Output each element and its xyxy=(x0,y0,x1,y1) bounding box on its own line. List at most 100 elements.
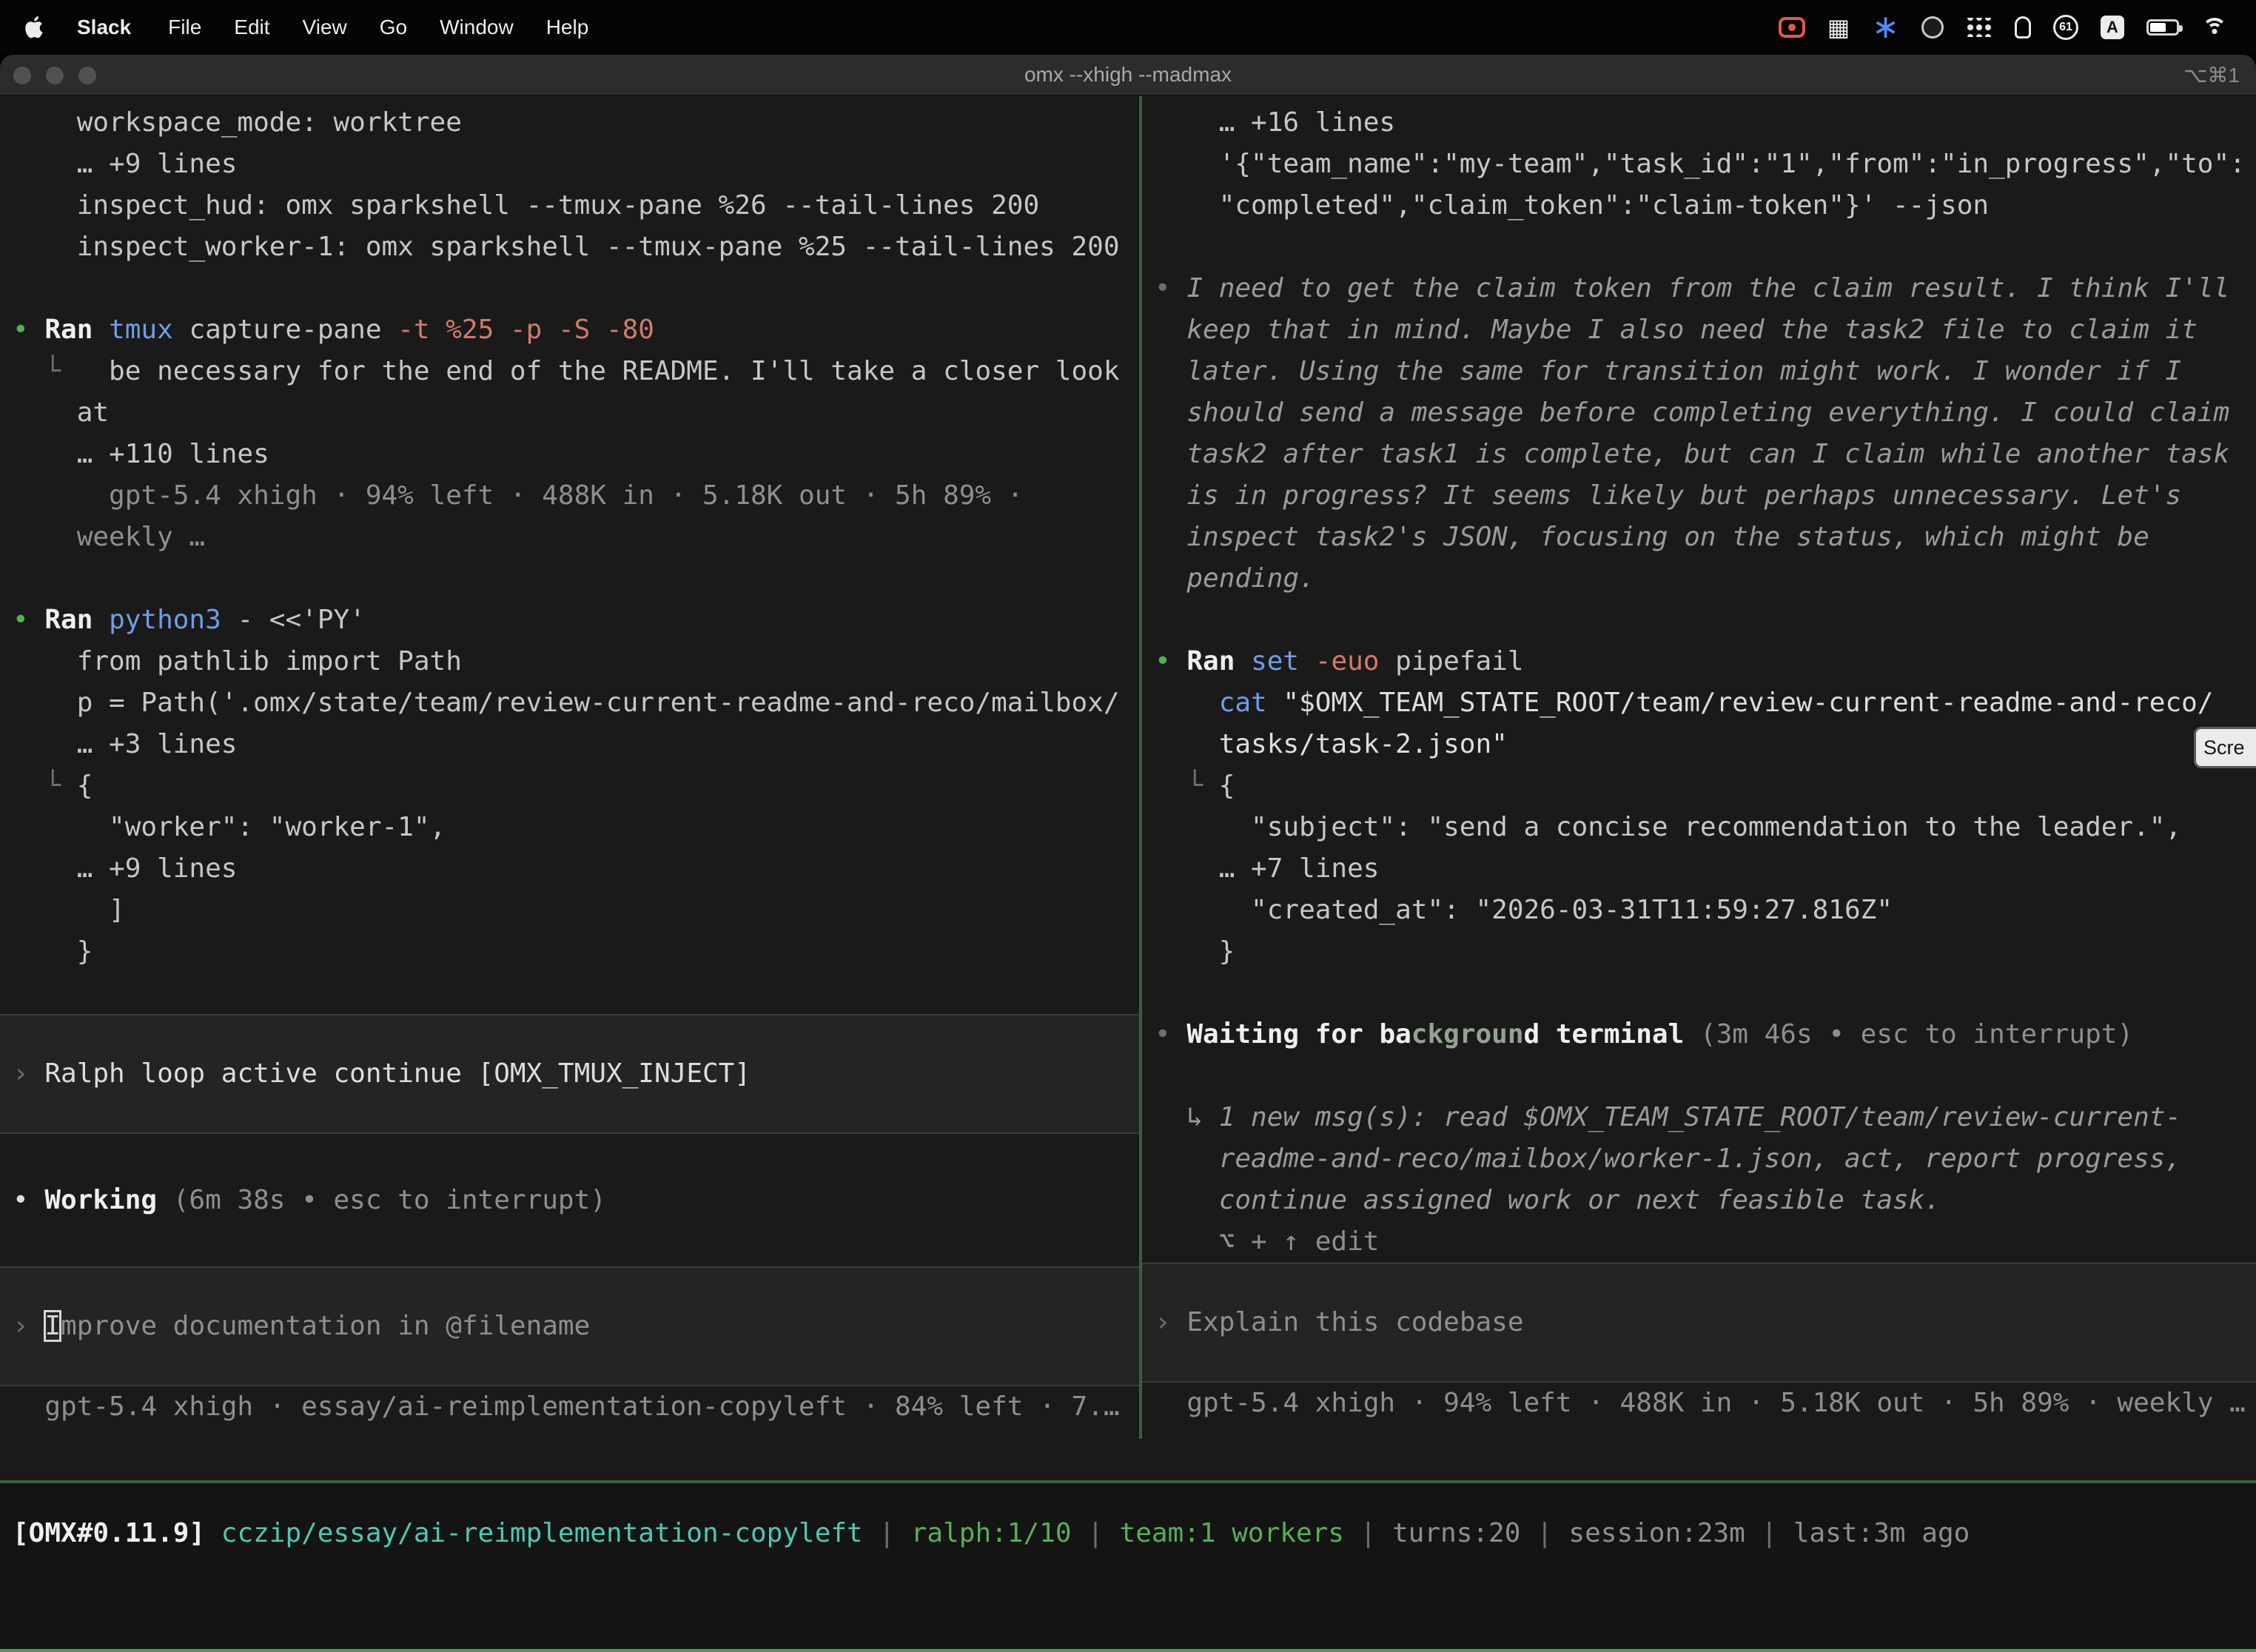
pane-status-line: gpt-5.4 xhigh · 94% left · 488K in · 5.1… xyxy=(1142,1383,2256,1424)
menu-item-help[interactable]: Help xyxy=(530,16,605,39)
omx-hud-line: [OMX#0.11.9] cczip/essay/ai-reimplementa… xyxy=(13,1513,2256,1554)
terminal-line: └ { xyxy=(1155,765,2256,807)
terminal-line xyxy=(1155,1055,2256,1097)
terminal-line: gpt-5.4 xhigh · 94% left · 488K in · 5.1… xyxy=(13,475,1139,517)
tmux-panes: workspace_mode: worktree … +9 lines insp… xyxy=(0,96,2256,1439)
dark-circle-icon[interactable] xyxy=(1921,10,1944,44)
terminal-line: continue assigned work or next feasible … xyxy=(1155,1180,2256,1221)
zoom-button[interactable] xyxy=(78,67,96,84)
window-shortcut: ⌥⌘1 xyxy=(2183,63,2240,87)
terminal-line: p = Path('.omx/state/team/review-current… xyxy=(13,682,1139,724)
terminal-line: workspace_mode: worktree xyxy=(13,102,1139,144)
terminal-line xyxy=(1155,600,2256,641)
terminal-line: › Improve documentation in @filename xyxy=(13,1306,1127,1347)
active-app-name[interactable]: Slack xyxy=(64,16,144,39)
battery-percentage-icon[interactable]: 61 xyxy=(2053,10,2078,44)
blue-asterisk-icon[interactable]: ∗ xyxy=(1872,10,1899,44)
omx-hud: [OMX#0.11.9] cczip/essay/ai-reimplementa… xyxy=(0,1483,2256,1652)
prompt-input[interactable]: › Explain this codebase xyxy=(1142,1263,2256,1383)
terminal-line: from pathlib import Path xyxy=(13,641,1139,682)
terminal-line: cat "$OMX_TEAM_STATE_ROOT/team/review-cu… xyxy=(1155,682,2256,724)
left-pane[interactable]: workspace_mode: worktree … +9 lines insp… xyxy=(0,96,1139,1439)
terminal-line: … +9 lines xyxy=(13,848,1139,890)
terminal-line: • Ran set -euo pipefail xyxy=(1155,641,2256,682)
menu-item-view[interactable]: View xyxy=(286,16,363,39)
terminal-line: … +110 lines xyxy=(13,434,1139,475)
scrollback: workspace_mode: worktree … +9 lines insp… xyxy=(0,102,1139,1014)
terminal-line: tasks/task-2.json" xyxy=(1155,724,2256,765)
terminal-line: "completed","claim_token":"claim-token"}… xyxy=(1155,185,2256,226)
terminal-line: • Waiting for background terminal (3m 46… xyxy=(1155,1014,2256,1055)
scrollback: … +16 lines '{"team_name":"my-team","tas… xyxy=(1142,102,2256,1263)
terminal-line: gpt-5.4 xhigh · 94% left · 488K in · 5.1… xyxy=(1155,1383,2256,1424)
window-title-bar[interactable]: omx --xhigh --madmax ⌥⌘1 xyxy=(0,55,2256,96)
terminal-line xyxy=(13,558,1139,600)
terminal-line: inspect_worker-1: omx sparkshell --tmux-… xyxy=(13,226,1139,268)
screen-recording-icon[interactable] xyxy=(1779,10,1805,44)
terminal-line: • Ran tmux capture-pane -t %25 -p -S -80 xyxy=(13,309,1139,351)
terminal-line: ↳ 1 new msg(s): read $OMX_TEAM_STATE_ROO… xyxy=(1155,1097,2256,1138)
window-title: omx --xhigh --madmax xyxy=(1024,63,1232,87)
apple-logo-icon[interactable] xyxy=(25,16,44,38)
terminal-line: "subject": "send a concise recommendatio… xyxy=(1155,807,2256,848)
close-button[interactable] xyxy=(13,67,31,84)
terminal-line xyxy=(1155,226,2256,268)
window-grid-icon[interactable]: ▦ xyxy=(1827,10,1850,44)
menu-item-go[interactable]: Go xyxy=(363,16,423,39)
terminal-line: '{"team_name":"my-team","task_id":"1","f… xyxy=(1155,144,2256,185)
menu-item-window[interactable]: Window xyxy=(423,16,530,39)
minimize-button[interactable] xyxy=(46,67,64,84)
terminal-line: } xyxy=(1155,931,2256,973)
ghost-icon[interactable] xyxy=(2015,10,2031,44)
terminal-line: … +16 lines xyxy=(1155,102,2256,144)
terminal-line: └ be necessary for the end of the README… xyxy=(13,351,1139,392)
terminal-line: … +7 lines xyxy=(1155,848,2256,890)
terminal-line: pending. xyxy=(1155,558,2256,600)
terminal-line: at xyxy=(13,392,1139,434)
terminal-line: later. Using the same for transition mig… xyxy=(1155,351,2256,392)
terminal-line: └ { xyxy=(13,765,1139,807)
terminal-line: should send a message before completing … xyxy=(1155,392,2256,434)
terminal-line: … +3 lines xyxy=(13,724,1139,765)
menu-item-edit[interactable]: Edit xyxy=(218,16,286,39)
ralph-loop-banner[interactable]: › Ralph loop active continue [OMX_TMUX_I… xyxy=(0,1014,1139,1134)
terminal-line: ⌥ + ↑ edit xyxy=(1155,1221,2256,1263)
menubar-items: FileEditViewGoWindowHelp xyxy=(152,16,605,39)
tmux-status-bar: [omx-cczip0:bash* "MacBook-Pro-44.local"… xyxy=(0,1649,2256,1652)
terminal-line: weekly … xyxy=(13,517,1139,558)
terminal-line: • I need to get the claim token from the… xyxy=(1155,268,2256,309)
terminal-line: gpt-5.4 xhigh · essay/ai-reimplementatio… xyxy=(13,1386,1139,1428)
terminal-line: keep that in mind. Maybe I also need the… xyxy=(1155,309,2256,351)
terminal-line: • Ran python3 - <<'PY' xyxy=(13,600,1139,641)
screen-edge-overlay-text: Scre xyxy=(2203,736,2245,759)
menu-bar: Slack FileEditViewGoWindowHelp ▦ ∗ 61 A xyxy=(0,0,2256,55)
terminal-line: inspect task2's JSON, focusing on the st… xyxy=(1155,517,2256,558)
terminal-line: › Explain this codebase xyxy=(1155,1302,2243,1343)
terminal-line: • Working (6m 38s • esc to interrupt) xyxy=(13,1180,606,1221)
terminal-line: readme-and-reco/mailbox/worker-1.json, a… xyxy=(1155,1138,2256,1180)
dots-grid-icon[interactable] xyxy=(1966,10,1993,44)
pane-status-line: gpt-5.4 xhigh · essay/ai-reimplementatio… xyxy=(0,1386,1139,1428)
terminal-line: "created_at": "2026-03-31T11:59:27.816Z" xyxy=(1155,890,2256,931)
wifi-icon[interactable] xyxy=(2201,10,2228,44)
terminal-line: "worker": "worker-1", xyxy=(13,807,1139,848)
terminal-line: task2 after task1 is complete, but can I… xyxy=(1155,434,2256,475)
terminal-line: } xyxy=(13,931,1139,973)
right-pane[interactable]: … +16 lines '{"team_name":"my-team","tas… xyxy=(1142,96,2256,1439)
terminal-line: ] xyxy=(13,890,1139,931)
terminal-line xyxy=(13,973,1139,1014)
menubar-status-icons: ▦ ∗ 61 A xyxy=(1779,10,2238,44)
input-source-icon[interactable]: A xyxy=(2101,10,2124,44)
terminal-line xyxy=(13,268,1139,309)
terminal-line: inspect_hud: omx sparkshell --tmux-pane … xyxy=(13,185,1139,226)
working-status: • Working (6m 38s • esc to interrupt) xyxy=(0,1134,1139,1266)
terminal-line: … +9 lines xyxy=(13,144,1139,185)
battery-icon[interactable] xyxy=(2146,10,2179,44)
menu-item-file[interactable]: File xyxy=(152,16,218,39)
terminal-line xyxy=(1155,973,2256,1014)
prompt-input[interactable]: › Improve documentation in @filename xyxy=(0,1266,1139,1386)
traffic-lights xyxy=(13,55,96,96)
terminal-line: [OMX#0.11.9] cczip/essay/ai-reimplementa… xyxy=(13,1513,2256,1554)
screen-edge-overlay: Scre xyxy=(2194,727,2256,768)
terminal-window: omx --xhigh --madmax ⌥⌘1 workspace_mode:… xyxy=(0,55,2256,1652)
